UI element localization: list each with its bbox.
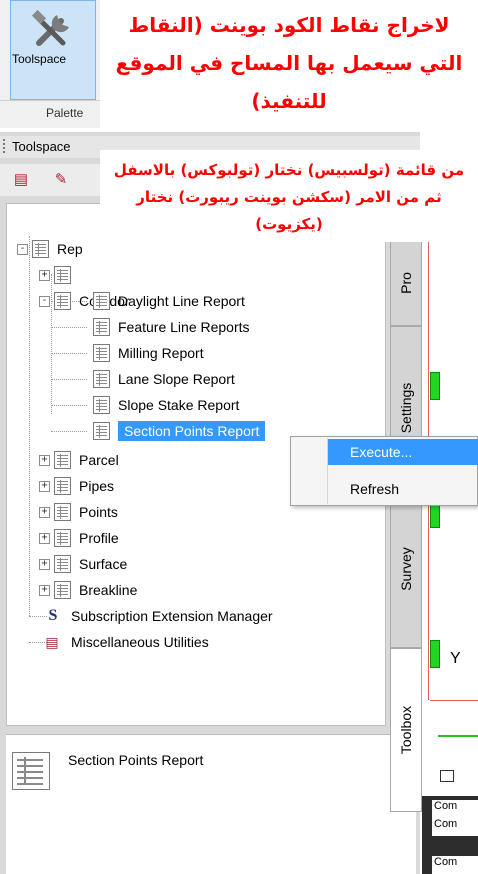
annotation-title-line: لاخراج نقاط الكود بوينت (النقاط [128,13,450,37]
command-history-line: Com [432,800,478,818]
command-history-line: Com [432,818,478,836]
tree-node-label: Rep [57,241,83,257]
tree-node-pipes[interactable]: + Pipes [39,473,114,499]
description-text: Section Points Report [68,752,204,768]
drag-grip-icon[interactable] [3,139,7,153]
tree-item-label: Lane Slope Report [118,371,235,387]
tree-item-section-points-report[interactable]: Section Points Report [93,418,266,444]
tree-item-slope-stake-report[interactable]: Slope Stake Report [93,392,239,418]
report-folder-icon [54,529,71,547]
subscription-s-icon: S [48,607,58,624]
toolspace-ribbon-button[interactable] [10,0,96,100]
tree-node-alignment[interactable]: + [39,262,79,288]
report-folder-icon [54,581,71,599]
tree-node-parcel[interactable]: + Parcel [39,447,119,473]
tree-node-breakline[interactable]: + Breakline [39,577,137,603]
tree-node-label: Miscellaneous Utilities [71,634,209,650]
annotation-title-line: التي سيعمل بها المساح في الموقع [115,51,463,75]
collapse-icon[interactable]: - [39,295,50,307]
tree-node-label: Points [79,504,118,520]
expand-icon[interactable]: + [39,584,50,596]
tree-item-label: Milling Report [118,345,204,361]
report-folder-icon [54,503,71,521]
expand-icon[interactable]: + [39,506,50,518]
annotation-title: لاخراج نقاط الكود بوينت (النقاط التي سيع… [100,6,478,120]
palette-label: Palette [46,106,84,120]
report-folder-icon [54,555,71,573]
toolspace-title: Toolspace [12,139,71,154]
tree-node-reports[interactable]: - Rep [17,236,83,262]
report-icon [93,344,110,362]
tree-item-label-selected: Section Points Report [118,421,266,441]
tree-node-label: Surface [79,556,128,572]
tree-node-label: Pipes [79,478,115,494]
report-icon [93,370,110,388]
green-gridline [438,735,478,737]
context-menu-execute[interactable]: Execute... [328,439,478,465]
context-menu-refresh[interactable]: Refresh [328,476,478,502]
tab-prospector[interactable]: Pro [390,240,422,326]
report-icon [93,292,110,310]
tree-node-profile[interactable]: + Profile [39,525,119,551]
toolspace-button-label: Toolspace [12,52,67,66]
tree-node-subscription-extension-manager[interactable]: S Subscription Extension Manager [45,603,273,629]
tree-item-label: Slope Stake Report [118,397,240,413]
annotation-subtitle-line: ثم من الامر (سكشن بوينت ريبورت) نختار [136,188,442,206]
tree-node-label: Profile [79,530,119,546]
report-icon [93,396,110,414]
report-folder-icon [54,266,71,284]
collapse-icon[interactable]: - [17,243,28,255]
expand-icon[interactable]: + [39,532,50,544]
tab-toolbox[interactable]: Toolbox [390,648,422,812]
report-folder-icon [54,477,71,495]
report-icon [93,318,110,336]
tree-item-label: Feature Line Reports [118,319,250,335]
tree-node-surface[interactable]: + Surface [39,551,127,577]
report-folder-icon [54,292,71,310]
green-marker [430,372,440,400]
tree-node-miscellaneous-utilities[interactable]: ▤ Miscellaneous Utilities [43,629,209,655]
tools-icon [31,9,69,46]
tab-survey[interactable]: Survey [390,490,422,648]
y-axis-label: Y [450,650,461,667]
annotation-title-line: للتنفيذ) [251,89,327,113]
tree-node-points[interactable]: + Points [39,499,118,525]
tree-item-label: Daylight Line Report [118,293,245,309]
report-folder-icon [54,451,71,469]
toolbox-icon: ▤ [45,634,59,650]
tree-item-milling-report[interactable]: Milling Report [93,340,204,366]
toolbox-edit-icon[interactable]: ✎ [50,170,72,188]
report-icon [93,422,110,440]
tree-item-lane-slope-report[interactable]: Lane Slope Report [93,366,235,392]
expand-icon[interactable]: + [39,558,50,570]
report-folder-icon [32,240,49,258]
tree-item-daylight-line-report[interactable]: Daylight Line Report [93,288,245,314]
tree-item-feature-line-reports[interactable]: Feature Line Reports [93,314,250,340]
annotation-subtitle: من قائمة (تولسبيس) نختار (تولبوكس) بالاس… [100,157,478,238]
annotation-subtitle-line: (يكزيوت) [255,215,323,233]
command-input-line[interactable]: Com [432,856,478,874]
tree-node-label: Subscription Extension Manager [71,608,273,624]
expand-icon[interactable]: + [39,454,50,466]
annotation-subtitle-line: من قائمة (تولسبيس) نختار (تولبوكس) بالاس… [113,161,465,179]
expand-icon[interactable]: + [39,269,50,281]
tree-node-label: Parcel [79,452,119,468]
expand-icon[interactable]: + [39,480,50,492]
report-large-icon [12,752,50,790]
tree-node-label: Breakline [79,582,138,598]
ucs-icon [440,770,454,782]
toolbox-icon[interactable]: ▤ [10,170,32,188]
viewport-edge [430,700,478,701]
green-marker [430,640,440,668]
